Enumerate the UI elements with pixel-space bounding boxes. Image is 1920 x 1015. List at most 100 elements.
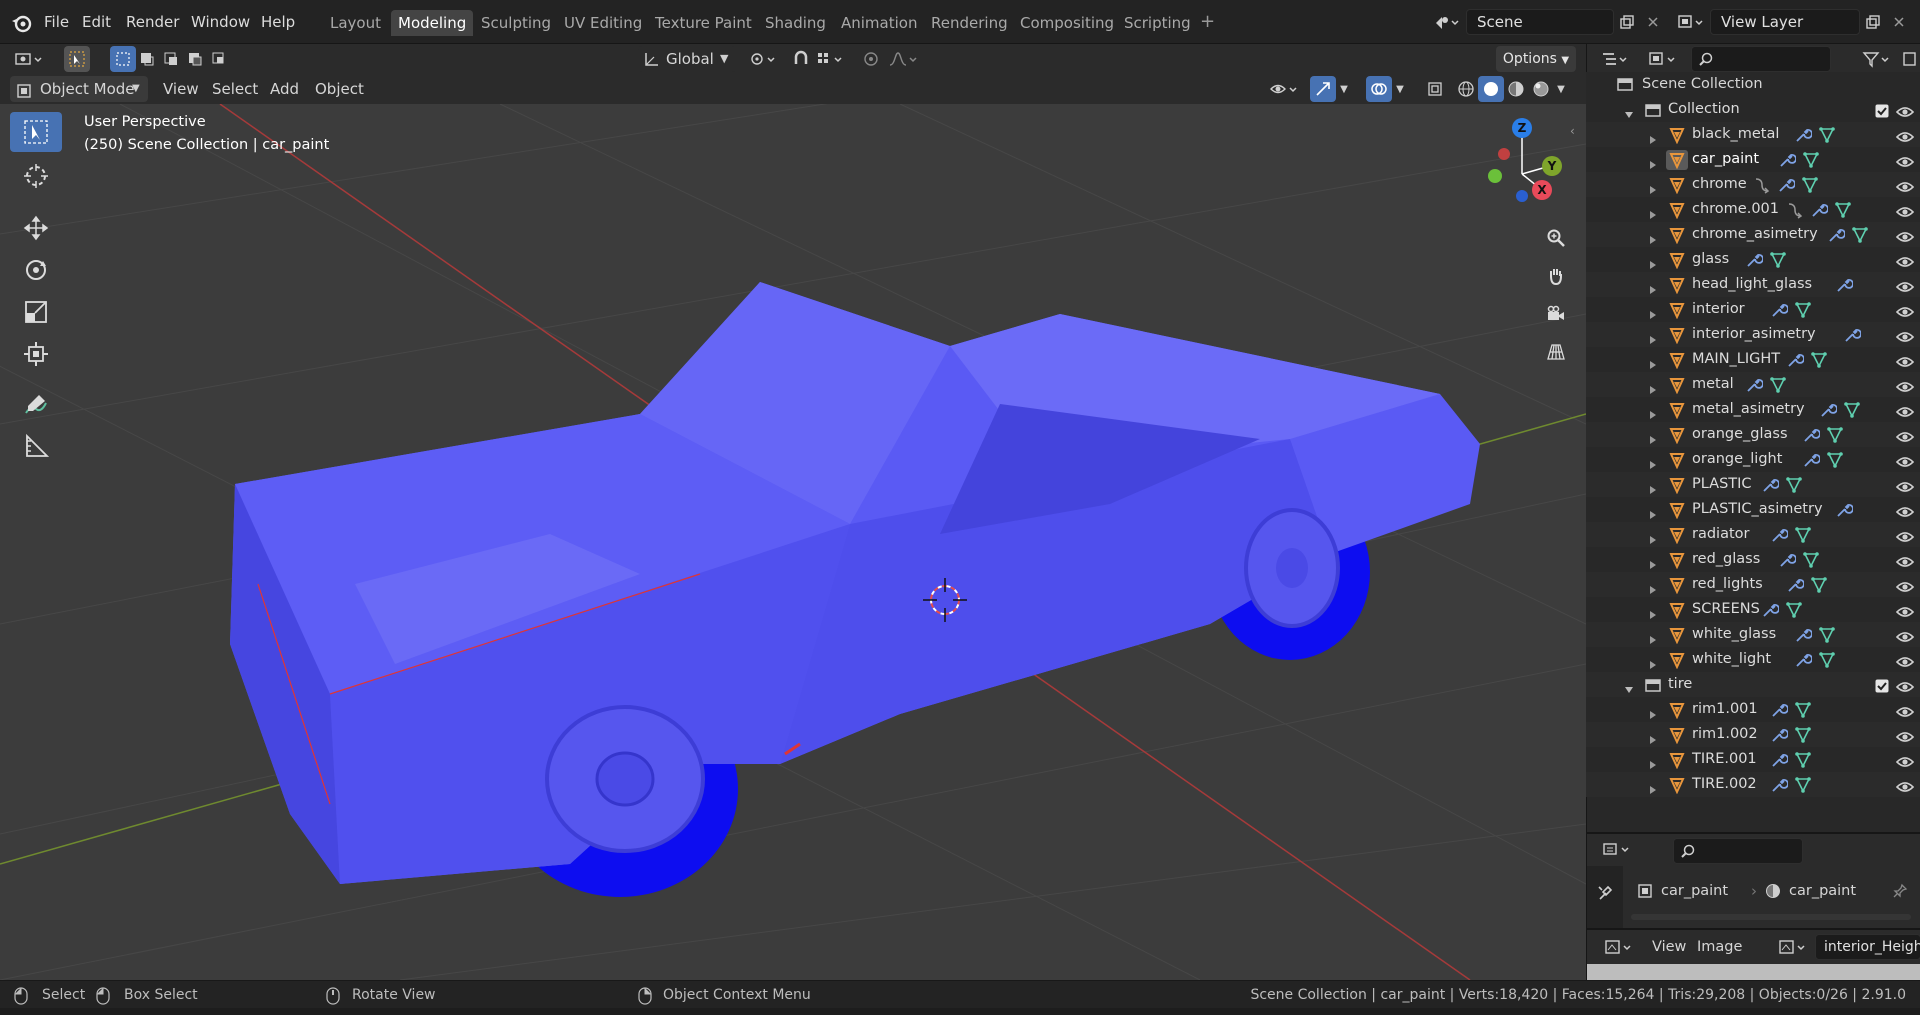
- scale-tool-icon[interactable]: [10, 292, 62, 332]
- outliner-object-row[interactable]: red_lights: [1586, 572, 1920, 597]
- view-layer-copy-icon[interactable]: [1860, 9, 1886, 35]
- outliner-object-row[interactable]: radiator: [1586, 522, 1920, 547]
- outliner-editor-type-icon[interactable]: [1595, 46, 1635, 72]
- pan-hand-icon[interactable]: [1540, 260, 1572, 292]
- properties-object-context[interactable]: car_paint: [1631, 880, 1751, 902]
- outliner-object-row[interactable]: rim1.002: [1586, 722, 1920, 747]
- outliner-object-row[interactable]: red_glass: [1586, 547, 1920, 572]
- zoom-icon[interactable]: [1540, 222, 1572, 254]
- scene-browse-icon[interactable]: [1428, 9, 1464, 35]
- menu-object[interactable]: Object: [315, 74, 364, 104]
- overlays-toggle-icon[interactable]: [1366, 76, 1392, 102]
- image-menu-view[interactable]: View: [1652, 934, 1686, 960]
- gizmo-toggle-icon[interactable]: [1310, 76, 1336, 102]
- move-tool-icon[interactable]: [10, 208, 62, 248]
- annotate-tool-icon[interactable]: [10, 384, 62, 424]
- outliner-object-row[interactable]: SCREENS: [1586, 597, 1920, 622]
- tab-modeling[interactable]: Modeling: [391, 10, 474, 36]
- menu-window[interactable]: Window: [191, 10, 250, 34]
- blender-logo-icon[interactable]: [10, 12, 32, 34]
- rotate-tool-icon[interactable]: [10, 250, 62, 290]
- tab-sculpting[interactable]: Sculpting: [474, 10, 558, 36]
- scene-copy-icon[interactable]: [1614, 9, 1640, 35]
- view-layer-field[interactable]: View Layer: [1710, 9, 1860, 35]
- outliner-object-row[interactable]: car_paint: [1586, 147, 1920, 172]
- pivot-point-icon[interactable]: [744, 46, 784, 72]
- disclosure-closed-icon[interactable]: [1648, 779, 1658, 804]
- outliner-object-row[interactable]: PLASTIC_asimetry: [1586, 497, 1920, 522]
- pin-icon[interactable]: [1887, 878, 1913, 904]
- 3d-viewport[interactable]: User Perspective (250) Scene Collection …: [0, 104, 1586, 980]
- cursor-tool-icon[interactable]: [10, 156, 62, 196]
- gizmo-x-axis[interactable]: X: [1532, 180, 1552, 200]
- select-mode-intersect-icon[interactable]: [206, 46, 232, 72]
- tab-layout[interactable]: Layout: [323, 10, 388, 36]
- image-editor-type-icon[interactable]: [1599, 934, 1639, 960]
- transform-orientation-dropdown[interactable]: Global ▼: [638, 46, 736, 72]
- properties-search-input[interactable]: [1673, 838, 1803, 864]
- outliner-object-row[interactable]: chrome: [1586, 172, 1920, 197]
- add-workspace-button[interactable]: +: [1200, 10, 1215, 34]
- outliner-object-row[interactable]: white_light: [1586, 647, 1920, 672]
- modifier-wrench-icon[interactable]: [1770, 776, 1789, 803]
- view-layer-browse-icon[interactable]: [1672, 9, 1708, 35]
- outliner-scene-collection[interactable]: Scene Collection: [1586, 72, 1920, 97]
- mesh-data-icon[interactable]: [1794, 776, 1812, 803]
- properties-material-context[interactable]: car_paint: [1759, 880, 1879, 902]
- select-mode-extend-icon[interactable]: [134, 46, 160, 72]
- scene-name-field[interactable]: Scene: [1466, 9, 1614, 35]
- editor-type-icon[interactable]: [8, 46, 50, 72]
- tab-uv-editing[interactable]: UV Editing: [557, 10, 649, 36]
- outliner-object-row[interactable]: orange_light: [1586, 447, 1920, 472]
- outliner-object-row[interactable]: TIRE.002: [1586, 772, 1920, 797]
- shading-material-icon[interactable]: [1503, 76, 1529, 102]
- menu-render[interactable]: Render: [126, 10, 179, 34]
- outliner-object-row[interactable]: interior: [1586, 297, 1920, 322]
- options-dropdown[interactable]: Options ▼: [1496, 46, 1576, 72]
- gizmo-y-axis[interactable]: Y: [1542, 156, 1562, 176]
- outliner-object-row[interactable]: metal_asimetry: [1586, 397, 1920, 422]
- outliner-object-row[interactable]: rim1.001: [1586, 697, 1920, 722]
- chevron-down-icon[interactable]: ▼: [1336, 76, 1352, 102]
- menu-view[interactable]: View: [163, 74, 199, 104]
- menu-select[interactable]: Select: [212, 74, 258, 104]
- outliner-object-row[interactable]: black_metal: [1586, 122, 1920, 147]
- display-mode-icon[interactable]: [1643, 46, 1683, 72]
- tab-texture-paint[interactable]: Texture Paint: [648, 10, 759, 36]
- proportional-edit-icon[interactable]: [858, 46, 884, 72]
- new-collection-icon[interactable]: [1899, 46, 1919, 72]
- camera-view-icon[interactable]: [1540, 298, 1572, 330]
- sidebar-toggle-icon[interactable]: ‹: [1570, 124, 1575, 138]
- chevron-down-icon[interactable]: ▼: [1392, 76, 1408, 102]
- image-browse-icon[interactable]: [1773, 934, 1813, 960]
- select-box-tool-icon[interactable]: [10, 112, 62, 152]
- outliner-collection-row[interactable]: Collection: [1586, 97, 1920, 122]
- menu-edit[interactable]: Edit: [82, 10, 111, 34]
- select-mode-new-icon[interactable]: [110, 46, 136, 72]
- outliner-object-row[interactable]: MAIN_LIGHT: [1586, 347, 1920, 372]
- gizmo-z-axis[interactable]: Z: [1512, 118, 1532, 138]
- scene-close-icon[interactable]: [1640, 9, 1666, 35]
- view-layer-close-icon[interactable]: [1886, 9, 1912, 35]
- outliner-object-row[interactable]: glass: [1586, 247, 1920, 272]
- select-mode-invert-icon[interactable]: [182, 46, 208, 72]
- perspective-toggle-icon[interactable]: [1540, 336, 1572, 368]
- outliner-object-row[interactable]: interior_asimetry: [1586, 322, 1920, 347]
- tab-compositing[interactable]: Compositing: [1013, 10, 1121, 36]
- tab-scripting[interactable]: Scripting: [1117, 10, 1198, 36]
- xray-toggle-icon[interactable]: [1422, 76, 1448, 102]
- outliner-collection-row[interactable]: tire: [1586, 672, 1920, 697]
- tab-rendering[interactable]: Rendering: [924, 10, 1015, 36]
- snap-toggle-icon[interactable]: [788, 46, 814, 72]
- shading-solid-icon[interactable]: [1478, 76, 1504, 102]
- shading-wireframe-icon[interactable]: [1453, 76, 1479, 102]
- outliner-object-row[interactable]: white_glass: [1586, 622, 1920, 647]
- image-name-field[interactable]: interior_Height.p: [1815, 934, 1920, 960]
- properties-scrollbar[interactable]: [1631, 914, 1911, 920]
- menu-add[interactable]: Add: [270, 74, 299, 104]
- navigation-gizmo[interactable]: Z Y X: [1470, 114, 1570, 224]
- measure-tool-icon[interactable]: [10, 426, 62, 466]
- tool-settings-icon[interactable]: [1592, 880, 1618, 906]
- viewport-scene[interactable]: [0, 104, 1586, 980]
- outliner-object-row[interactable]: PLASTIC: [1586, 472, 1920, 497]
